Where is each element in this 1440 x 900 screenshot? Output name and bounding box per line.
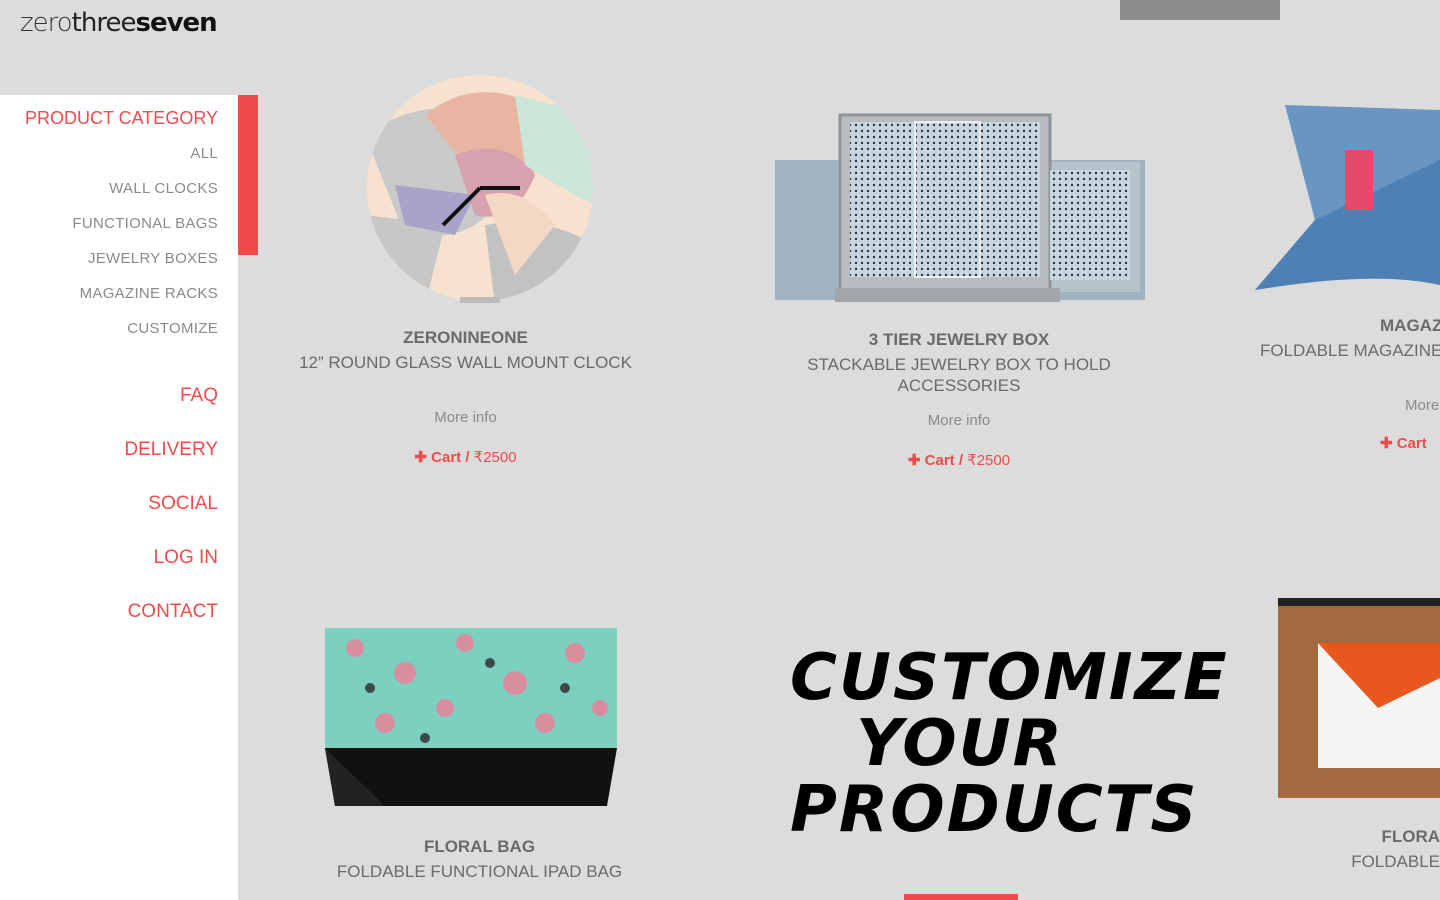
logo-part-seven: seven [135,8,217,38]
nav-login[interactable]: LOG IN [124,547,218,601]
product-card: FLORA FOLDABLE [1350,827,1440,872]
magazine-rack-image[interactable] [1255,100,1440,295]
add-to-cart-button[interactable]: ✚ Cart / ₹2500 [785,451,1133,469]
product-description: FOLDABLE MAGAZINE [1260,341,1440,360]
sidebar: PRODUCT CATEGORY ALL WALL CLOCKS FUNCTIO… [0,95,238,900]
product-card: 3 TIER JEWELRY BOX STACKABLE JEWELRY BOX… [785,330,1133,469]
add-to-cart-button[interactable]: ✚ Cart [1260,434,1440,452]
nav-delivery[interactable]: DELIVERY [124,439,218,493]
more-info-link[interactable]: More info [785,412,1133,429]
nav-contact[interactable]: CONTACT [124,601,218,655]
cart-label: Cart [431,449,462,466]
category-list: ALL WALL CLOCKS FUNCTIONAL BAGS JEWELRY … [72,145,218,355]
category-magazine-racks[interactable]: MAGAZINE RACKS [72,285,218,320]
plus-icon: ✚ [414,449,427,466]
product-category-title[interactable]: PRODUCT CATEGORY [25,108,218,129]
separator: / [958,452,968,469]
category-all[interactable]: ALL [72,145,218,180]
category-jewelry-boxes[interactable]: JEWELRY BOXES [72,250,218,285]
product-name[interactable]: FLORA [1350,827,1440,847]
product-card: MAGAZ FOLDABLE MAGAZINE More ✚ Cart [1260,316,1440,452]
product-price: ₹2500 [473,449,517,466]
product-name[interactable]: ZERONINEONE [298,328,633,348]
customize-accent-bar [904,894,1018,900]
product-card: ZERONINEONE 12” ROUND GLASS WALL MOUNT C… [298,328,633,466]
category-functional-bags[interactable]: FUNCTIONAL BAGS [72,215,218,250]
product-description: FOLDABLE [1351,852,1440,871]
logo-part-three: three [71,8,137,38]
more-info-link[interactable]: More [1260,397,1440,414]
plus-icon: ✚ [1380,435,1393,452]
top-bar [1120,0,1280,20]
customize-line-1: CUSTOMIZE [790,641,1229,715]
customize-line-2: YOUR [856,707,1064,781]
plus-icon: ✚ [907,452,921,469]
logo-part-zero: zero [20,8,73,38]
product-name[interactable]: FLORAL BAG [298,837,661,857]
separator: / [465,449,474,466]
floral-bag-image[interactable] [325,628,617,813]
sidebar-accent-bar [238,95,258,255]
logo[interactable]: zerothreeseven [20,8,218,38]
category-customize[interactable]: CUSTOMIZE [72,320,218,355]
add-to-cart-button[interactable]: ✚ Cart / ₹2500 [298,448,633,466]
customize-line-3: PRODUCTS [790,773,1199,847]
leather-case-image[interactable] [1278,598,1440,800]
customize-banner[interactable]: CUSTOMIZE YOUR PRODUCTS [790,641,1229,847]
main-nav: FAQ DELIVERY SOCIAL LOG IN CONTACT [124,385,218,655]
jewelry-box-image[interactable] [775,110,1145,305]
nav-social[interactable]: SOCIAL [124,493,218,547]
product-price: ₹2500 [967,452,1011,469]
category-wall-clocks[interactable]: WALL CLOCKS [72,180,218,215]
product-name[interactable]: 3 TIER JEWELRY BOX [785,330,1133,350]
more-info-link[interactable]: More info [298,409,633,426]
clock-product-image[interactable] [365,75,595,305]
product-name[interactable]: MAGAZ [1260,316,1440,336]
cart-label: Cart [924,452,955,469]
nav-faq[interactable]: FAQ [124,385,218,439]
product-card: FLORAL BAG FOLDABLE FUNCTIONAL IPAD BAG [298,837,661,882]
product-description: STACKABLE JEWELRY BOX TO HOLD ACCESSORIE… [807,355,1111,395]
product-description: FOLDABLE FUNCTIONAL IPAD BAG [336,862,623,881]
product-description: 12” ROUND GLASS WALL MOUNT CLOCK [299,353,632,372]
cart-label: Cart [1396,435,1427,452]
